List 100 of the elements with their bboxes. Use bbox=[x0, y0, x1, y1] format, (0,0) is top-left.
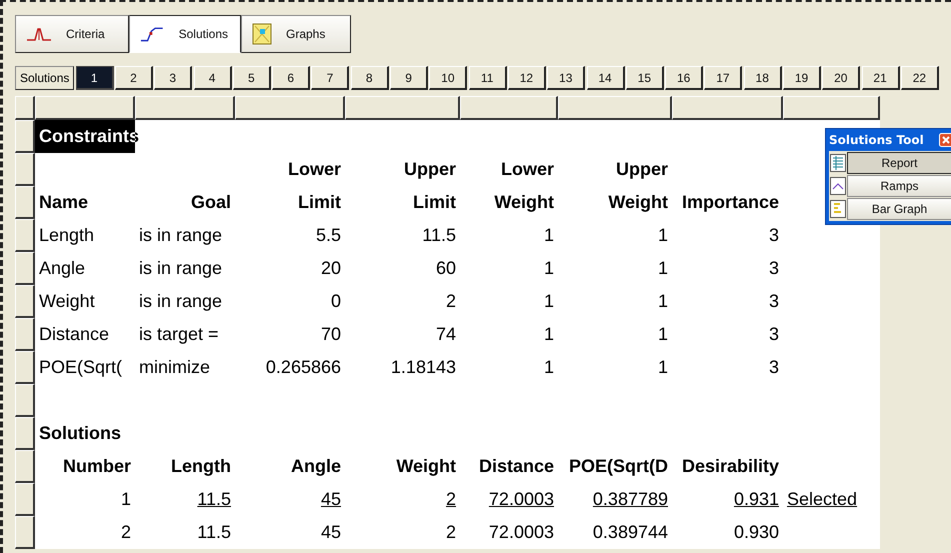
solution-tab[interactable]: 10 bbox=[429, 66, 468, 90]
table-cell: 0.387789 bbox=[592, 489, 668, 510]
table-cell: Length bbox=[39, 225, 94, 246]
table-cell: 20 bbox=[320, 258, 341, 279]
column-header[interactable] bbox=[672, 96, 783, 120]
chart-icon bbox=[252, 23, 272, 45]
solution-tab[interactable]: 12 bbox=[508, 66, 546, 90]
row-header[interactable] bbox=[15, 450, 35, 483]
status-link[interactable]: Selected bbox=[787, 489, 858, 510]
column-header[interactable] bbox=[345, 96, 460, 120]
solution-tab[interactable]: 6 bbox=[272, 66, 310, 90]
table-cell: 1 bbox=[544, 258, 554, 279]
solution-tab[interactable]: 17 bbox=[704, 66, 742, 90]
solution-tab[interactable]: 13 bbox=[547, 66, 586, 90]
table-cell: 5.5 bbox=[316, 225, 341, 246]
row-header[interactable] bbox=[15, 351, 35, 384]
table-cell: 0.930 bbox=[734, 522, 779, 543]
row-header[interactable] bbox=[15, 153, 35, 186]
table-cell: 3 bbox=[768, 357, 779, 378]
solution-tab[interactable]: 11 bbox=[468, 66, 507, 90]
table-cell: 1.18143 bbox=[390, 357, 456, 378]
table-cell: 70 bbox=[320, 324, 341, 345]
caret-icon bbox=[830, 177, 846, 195]
table-cell: is in range bbox=[139, 291, 222, 312]
column-heading: Upper bbox=[616, 159, 668, 180]
row-header[interactable] bbox=[15, 384, 35, 417]
column-heading: Lower bbox=[500, 159, 554, 180]
column-heading: POE(Sqrt(D bbox=[569, 456, 668, 477]
row-header[interactable] bbox=[15, 285, 35, 318]
column-heading: Distance bbox=[478, 456, 554, 477]
column-heading: Importance bbox=[682, 192, 779, 213]
solution-tab[interactable]: 2 bbox=[114, 66, 153, 90]
column-heading: Limit bbox=[298, 192, 341, 213]
row-header[interactable] bbox=[15, 417, 35, 450]
solution-tab[interactable]: 3 bbox=[154, 66, 192, 90]
table-cell: 2 bbox=[446, 291, 456, 312]
table-cell: 72.0003 bbox=[488, 522, 554, 543]
solution-tab[interactable]: 15 bbox=[626, 66, 664, 90]
table-cell: minimize bbox=[139, 357, 210, 378]
solution-tab[interactable]: 16 bbox=[665, 66, 704, 90]
tab[interactable]: Graphs bbox=[241, 15, 351, 53]
tool-button[interactable]: Ramps bbox=[847, 175, 951, 197]
solution-tab[interactable]: 19 bbox=[783, 66, 822, 90]
tool-button[interactable]: Bar Graph bbox=[847, 198, 951, 220]
solution-tab[interactable]: 22 bbox=[900, 66, 939, 90]
column-heading: Goal bbox=[190, 192, 231, 213]
table-cell: 0 bbox=[330, 291, 341, 312]
row-header[interactable] bbox=[15, 120, 35, 153]
bar-graph-icon bbox=[830, 200, 846, 218]
table-cell: is target = bbox=[139, 324, 219, 345]
table-cell: 1 bbox=[544, 291, 554, 312]
solution-tab[interactable]: 9 bbox=[390, 66, 428, 90]
table-cell: 1 bbox=[544, 225, 554, 246]
solution-tab[interactable]: 7 bbox=[311, 66, 350, 90]
row-header[interactable] bbox=[15, 318, 35, 351]
table-cell: 3 bbox=[768, 324, 779, 345]
column-heading: Length bbox=[171, 456, 231, 477]
solution-tab[interactable]: 21 bbox=[862, 66, 900, 90]
solution-tab[interactable]: 14 bbox=[586, 66, 625, 90]
table-cell: Weight bbox=[39, 291, 95, 312]
solution-tab[interactable]: 20 bbox=[822, 66, 860, 90]
tab[interactable]: Solutions bbox=[129, 15, 241, 53]
solution-tab[interactable]: 1 bbox=[76, 66, 114, 90]
column-header[interactable] bbox=[558, 96, 672, 120]
table-cell: 2 bbox=[120, 522, 131, 543]
solution-tab[interactable]: 8 bbox=[350, 66, 389, 90]
column-heading: Number bbox=[62, 456, 131, 477]
column-heading: Lower bbox=[288, 159, 341, 180]
table-cell: POE(Sqrt( bbox=[39, 357, 122, 378]
column-header[interactable] bbox=[135, 96, 235, 120]
row-header[interactable] bbox=[15, 186, 35, 219]
table-cell: 0.389744 bbox=[592, 522, 668, 543]
row-header[interactable] bbox=[15, 252, 35, 285]
table-cell: 11.5 bbox=[197, 489, 231, 510]
table-cell: 0.931 bbox=[734, 489, 779, 510]
table-cell: 2 bbox=[446, 522, 456, 543]
row-header[interactable] bbox=[15, 516, 35, 549]
solution-tab[interactable]: 18 bbox=[744, 66, 782, 90]
tab[interactable]: Criteria bbox=[15, 15, 129, 53]
table-cell: 1 bbox=[658, 258, 668, 279]
close-icon[interactable] bbox=[939, 133, 951, 147]
table-cell: 1 bbox=[120, 489, 131, 510]
section-title: Solutions bbox=[39, 423, 121, 444]
table-cell: 1 bbox=[658, 324, 668, 345]
select-all-corner[interactable] bbox=[15, 96, 35, 120]
solution-tab[interactable]: 5 bbox=[232, 66, 271, 90]
table-cell: is in range bbox=[139, 225, 222, 246]
table-cell: 2 bbox=[446, 489, 456, 510]
table-cell: 1 bbox=[658, 357, 668, 378]
solutions-label: Solutions bbox=[15, 66, 74, 90]
row-header[interactable] bbox=[15, 483, 35, 516]
column-header[interactable] bbox=[460, 96, 558, 120]
table-cell: 1 bbox=[658, 225, 668, 246]
row-header[interactable] bbox=[15, 219, 35, 252]
solution-tab[interactable]: 4 bbox=[194, 66, 232, 90]
column-header[interactable] bbox=[235, 96, 345, 120]
column-header[interactable] bbox=[783, 96, 880, 120]
table-cell: 1 bbox=[658, 291, 668, 312]
column-header[interactable] bbox=[35, 96, 135, 120]
tool-button[interactable]: Report bbox=[847, 152, 951, 174]
